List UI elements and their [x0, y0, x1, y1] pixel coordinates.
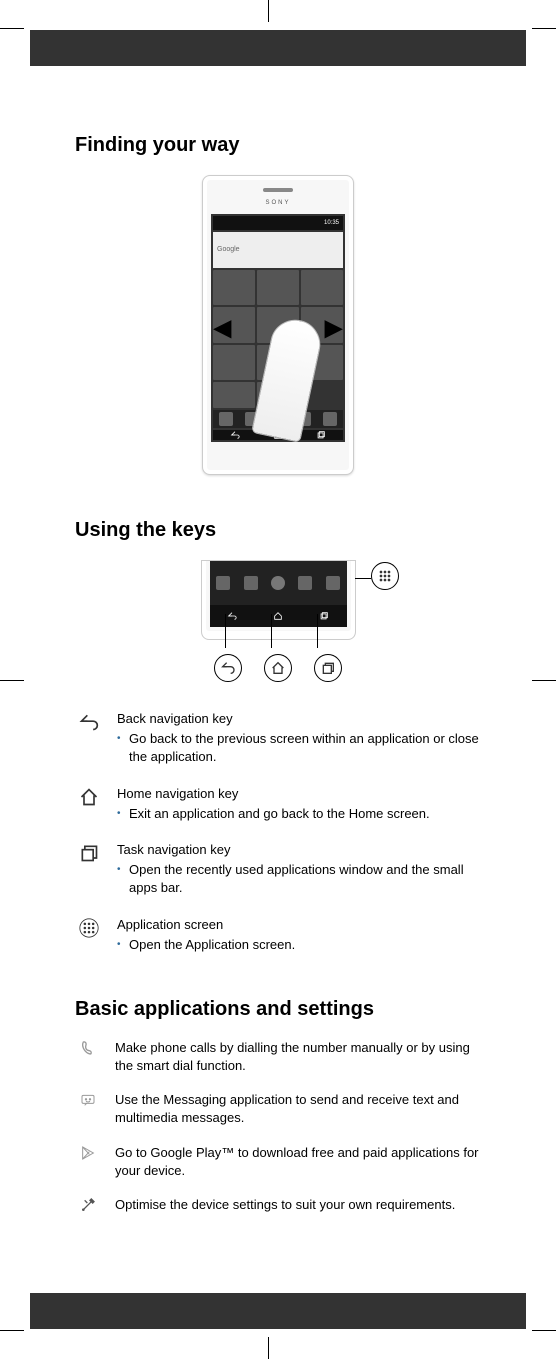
apps-grid-icon — [79, 918, 99, 938]
app-item-play: Go to Google Play™ to download free and … — [75, 1144, 481, 1180]
key-item-apps: Application screen Open the Application … — [75, 916, 481, 954]
page-content: Finding your way SONY 10:35 Google — [75, 90, 481, 1269]
play-store-icon — [80, 1145, 96, 1161]
page-footer-bar — [30, 1293, 526, 1329]
phone-illustration: SONY 10:35 Google ◀▶ — [202, 175, 354, 475]
key-title: Back navigation key — [117, 710, 481, 728]
callout-tasks-icon — [314, 654, 342, 682]
heading-basic-apps: Basic applications and settings — [75, 998, 481, 1021]
key-bullet: Go back to the previous screen within an… — [129, 730, 481, 766]
callout-back-icon — [214, 654, 242, 682]
app-text: Use the Messaging application to send an… — [115, 1091, 481, 1127]
app-item-messaging: Use the Messaging application to send an… — [75, 1091, 481, 1127]
settings-icon — [80, 1197, 96, 1213]
page-header-bar — [30, 30, 526, 66]
back-icon — [79, 712, 99, 732]
key-title: Application screen — [117, 916, 481, 934]
keys-illustration — [163, 560, 393, 682]
tasks-icon — [79, 843, 99, 863]
app-item-settings: Optimise the device settings to suit you… — [75, 1196, 481, 1214]
heading-finding-your-way: Finding your way — [75, 134, 481, 157]
keys-list: Back navigation key Go back to the previ… — [75, 710, 481, 954]
key-bullet: Open the recently used applications wind… — [129, 861, 481, 897]
phone-icon — [80, 1040, 96, 1056]
status-clock: 10:35 — [324, 220, 339, 226]
key-item-task: Task navigation key Open the recently us… — [75, 841, 481, 898]
search-label: Google — [217, 246, 240, 253]
callout-apps-icon — [371, 562, 399, 590]
messaging-icon — [80, 1092, 96, 1108]
key-item-back: Back navigation key Go back to the previ… — [75, 710, 481, 767]
key-item-home: Home navigation key Exit an application … — [75, 785, 481, 823]
key-title: Task navigation key — [117, 841, 481, 859]
heading-using-keys: Using the keys — [75, 519, 481, 542]
apps-list: Make phone calls by dialling the number … — [75, 1039, 481, 1214]
home-icon — [79, 787, 99, 807]
app-text: Optimise the device settings to suit you… — [115, 1196, 481, 1214]
callout-home-icon — [264, 654, 292, 682]
key-bullet: Exit an application and go back to the H… — [129, 805, 481, 823]
phone-brand: SONY — [265, 200, 290, 206]
app-text: Go to Google Play™ to download free and … — [115, 1144, 481, 1180]
app-text: Make phone calls by dialling the number … — [115, 1039, 481, 1075]
app-item-phone: Make phone calls by dialling the number … — [75, 1039, 481, 1075]
key-bullet: Open the Application screen. — [129, 936, 481, 954]
key-title: Home navigation key — [117, 785, 481, 803]
